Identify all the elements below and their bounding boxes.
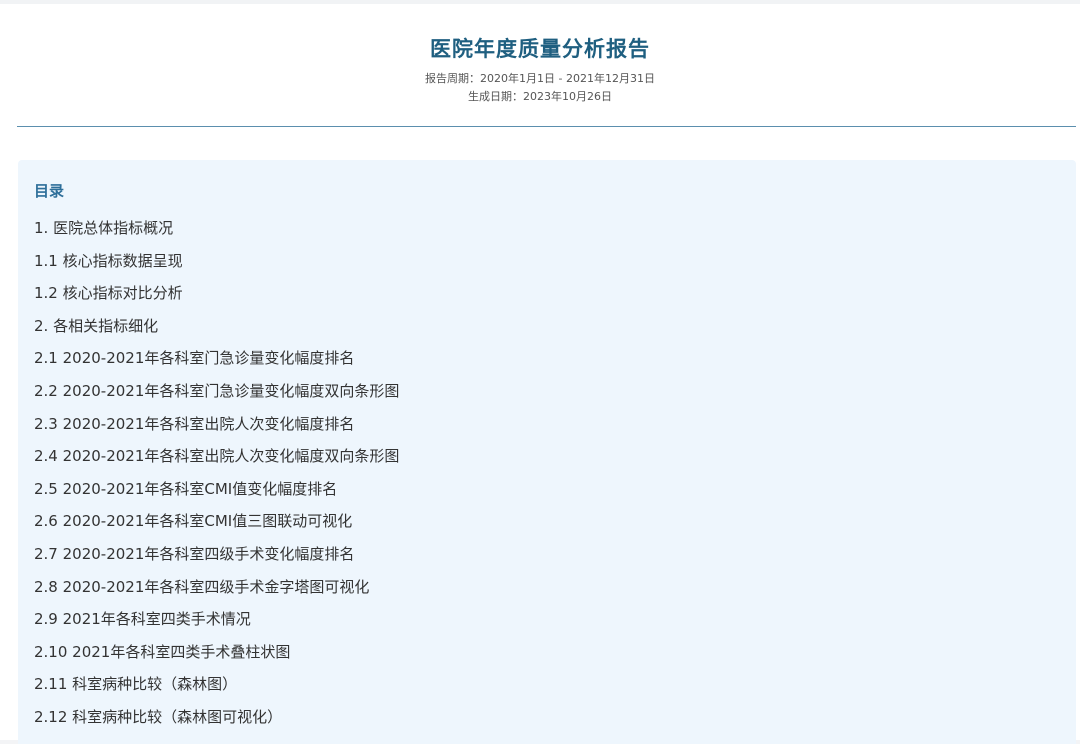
- report-header: 医院年度质量分析报告 报告周期：2020年1月1日 - 2021年12月31日 …: [0, 4, 1080, 106]
- toc-title: 目录: [34, 182, 65, 200]
- toc-item-2-2[interactable]: 2.2 2020-2021年各科室门急诊量变化幅度双向条形图: [34, 375, 1060, 408]
- toc-item-2-3[interactable]: 2.3 2020-2021年各科室出院人次变化幅度排名: [34, 408, 1060, 441]
- toc-item-2-12[interactable]: 2.12 科室病种比较（森林图可视化）: [34, 701, 1060, 734]
- toc-item-2-1[interactable]: 2.1 2020-2021年各科室门急诊量变化幅度排名: [34, 342, 1060, 375]
- toc-item-2-7[interactable]: 2.7 2020-2021年各科室四级手术变化幅度排名: [34, 538, 1060, 571]
- toc-item-2-9[interactable]: 2.9 2021年各科室四类手术情况: [34, 603, 1060, 636]
- report-page: 医院年度质量分析报告 报告周期：2020年1月1日 - 2021年12月31日 …: [0, 0, 1080, 744]
- toc-item-2-6[interactable]: 2.6 2020-2021年各科室CMI值三图联动可视化: [34, 505, 1060, 538]
- toc-item-2-5[interactable]: 2.5 2020-2021年各科室CMI值变化幅度排名: [34, 473, 1060, 506]
- toc-item-2-10[interactable]: 2.10 2021年各科室四类手术叠柱状图: [34, 636, 1060, 669]
- report-period: 报告周期：2020年1月1日 - 2021年12月31日: [425, 72, 655, 85]
- report-meta: 报告周期：2020年1月1日 - 2021年12月31日 生成日期：2023年1…: [0, 70, 1080, 106]
- header-divider: [17, 126, 1076, 127]
- toc-item-2-8[interactable]: 2.8 2020-2021年各科室四级手术金字塔图可视化: [34, 571, 1060, 604]
- toc-list: 1. 医院总体指标概况 1.1 核心指标数据呈现 1.2 核心指标对比分析 2.…: [34, 212, 1060, 734]
- toc-item-1[interactable]: 1. 医院总体指标概况: [34, 212, 1060, 245]
- toc-item-1-1[interactable]: 1.1 核心指标数据呈现: [34, 245, 1060, 278]
- toc-item-2-11[interactable]: 2.11 科室病种比较（森林图）: [34, 668, 1060, 701]
- toc-item-2-4[interactable]: 2.4 2020-2021年各科室出院人次变化幅度双向条形图: [34, 440, 1060, 473]
- report-title: 医院年度质量分析报告: [430, 37, 650, 61]
- toc-item-2[interactable]: 2. 各相关指标细化: [34, 310, 1060, 343]
- toc-item-1-2[interactable]: 1.2 核心指标对比分析: [34, 277, 1060, 310]
- table-of-contents: 目录 1. 医院总体指标概况 1.1 核心指标数据呈现 1.2 核心指标对比分析…: [18, 160, 1076, 744]
- report-generated-date: 生成日期：2023年10月26日: [468, 90, 612, 103]
